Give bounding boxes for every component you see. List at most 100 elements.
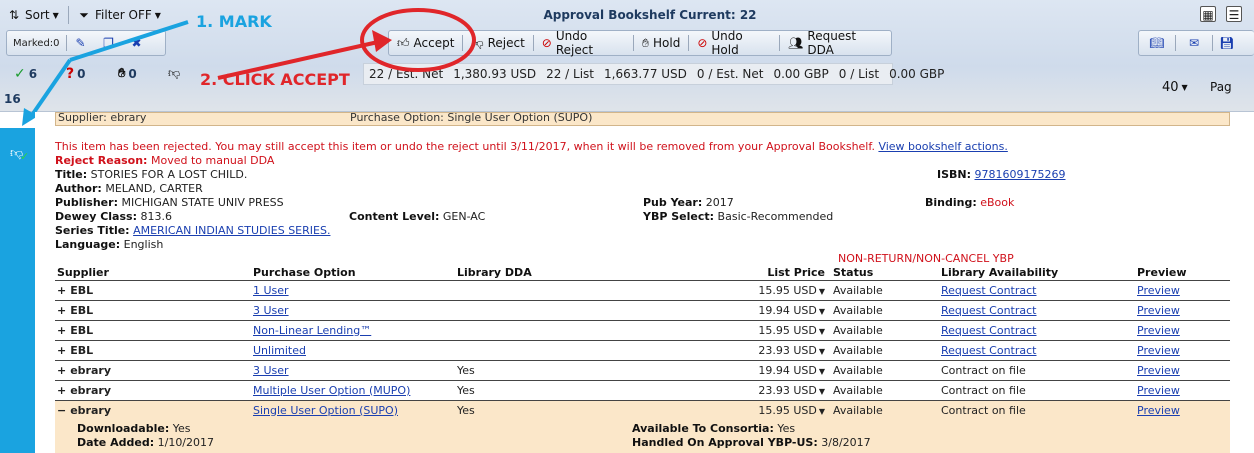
downloadable-field: Downloadable: Yes [77, 422, 191, 435]
price-dropdown-icon[interactable]: ▼ [819, 387, 825, 396]
series-link[interactable]: AMERICAN INDIAN STUDIES SERIES. [133, 224, 330, 237]
col-status: Status [831, 266, 939, 281]
preview-link[interactable]: Preview [1137, 304, 1180, 317]
date-added-label: Date Added: [77, 436, 155, 449]
cell-list-price: 15.95 USD ▼ [703, 320, 831, 341]
content-level-label: Content Level: [349, 210, 440, 223]
cell-preview: Preview [1135, 280, 1230, 301]
request-contract-link[interactable]: Request Contract [941, 284, 1037, 297]
purchase-option-link[interactable]: Non-Linear Lending™ [253, 324, 371, 337]
previous-item-row: Supplier: ebrary Purchase Option: Single… [55, 112, 1230, 126]
preview-link[interactable]: Preview [1137, 324, 1180, 337]
cell-purchase-option: 3 User [251, 300, 455, 321]
expand-toggle[interactable]: + [57, 344, 66, 357]
preview-link[interactable]: Preview [1137, 404, 1180, 417]
purchase-option-link[interactable]: 3 User [253, 364, 289, 377]
supplier-table-body: + EBL 1 User 15.95 USD ▼ Available Request Con… [55, 280, 1230, 421]
cell-preview: Preview [1135, 320, 1230, 341]
cell-library-dda [455, 340, 703, 361]
cell-library-availability: Request Contract [939, 340, 1135, 361]
supplier-name: EBL [70, 323, 94, 337]
date-added-value: 1/10/2017 [157, 436, 215, 449]
publisher-value: MICHIGAN STATE UNIV PRESS [121, 196, 284, 209]
status-value: Available [833, 283, 883, 297]
request-contract-link[interactable]: Request Contract [941, 304, 1037, 317]
cell-purchase-option: 3 User [251, 360, 455, 381]
expand-toggle[interactable]: + [57, 364, 66, 377]
cell-status: Available [831, 400, 939, 421]
request-contract-link[interactable]: Request Contract [941, 324, 1037, 337]
expanded-detail: Downloadable: Yes Date Added: 1/10/2017 … [55, 418, 1230, 453]
isbn-link[interactable]: 9781609175269 [975, 168, 1066, 181]
preview-link[interactable]: Preview [1137, 384, 1180, 397]
item-selection-stripe[interactable]: 👎︎ ✓ [0, 128, 35, 453]
cell-library-dda [455, 280, 703, 301]
purchase-option-link[interactable]: 1 User [253, 284, 289, 297]
col-library-availability: Library Availability [939, 266, 1135, 281]
view-bookshelf-actions-link[interactable]: View bookshelf actions. [878, 140, 1007, 153]
dewey-field: Dewey Class: 813.6 [55, 210, 172, 223]
preview-link[interactable]: Preview [1137, 284, 1180, 297]
price-dropdown-icon[interactable]: ▼ [819, 367, 825, 376]
expand-toggle[interactable]: + [57, 304, 66, 317]
purchase-option-link[interactable]: Unlimited [253, 344, 306, 357]
status-value: Available [833, 403, 883, 417]
cell-supplier: + EBL [55, 280, 251, 301]
annotation-mark: 1. MARK [196, 12, 272, 31]
prev-option: Purchase Option: Single User Option (SUP… [350, 112, 593, 124]
col-preview: Preview [1135, 266, 1230, 281]
expand-toggle[interactable]: + [57, 284, 66, 297]
price-dropdown-icon[interactable]: ▼ [819, 287, 825, 296]
annotation-click-accept: 2. CLICK ACCEPT [200, 70, 350, 89]
table-row: − ebrary Single User Option (SUPO) Yes 15.95… [55, 400, 1230, 421]
dewey-value: 813.6 [140, 210, 172, 223]
cell-supplier: − ebrary [55, 400, 251, 421]
status-value: Available [833, 323, 883, 337]
prev-supplier: Supplier: ebrary [58, 112, 147, 124]
list-price-value: 23.93 USD [758, 343, 817, 357]
supplier-name: EBL [70, 283, 94, 297]
list-price-value: 15.95 USD [758, 283, 817, 297]
preview-link[interactable]: Preview [1137, 364, 1180, 377]
preview-link[interactable]: Preview [1137, 344, 1180, 357]
consortia-field: Available To Consortia: Yes [632, 422, 795, 435]
cell-status: Available [831, 300, 939, 321]
library-dda-value: Yes [457, 403, 475, 417]
table-row: + EBL Non-Linear Lending™ 15.95 USD ▼ Availab… [55, 320, 1230, 341]
reject-reason-label: Reject Reason: [55, 154, 148, 167]
cell-preview: Preview [1135, 340, 1230, 361]
purchase-option-link[interactable]: Multiple User Option (MUPO) [253, 384, 410, 397]
expand-toggle[interactable]: − [57, 404, 66, 417]
cell-status: Available [831, 320, 939, 341]
table-row: + EBL 1 User 15.95 USD ▼ Available Request Con… [55, 280, 1230, 301]
availability-value: Contract on file [941, 363, 1026, 377]
date-added-field: Date Added: 1/10/2017 [77, 436, 214, 449]
request-contract-link[interactable]: Request Contract [941, 344, 1037, 357]
availability-value: Contract on file [941, 403, 1026, 417]
cell-library-availability: Contract on file [939, 360, 1135, 381]
price-dropdown-icon[interactable]: ▼ [819, 307, 825, 316]
col-library-dda: Library DDA [455, 266, 703, 281]
downloadable-label: Downloadable: [77, 422, 170, 435]
content-level-value: GEN-AC [442, 210, 486, 223]
list-price-value: 19.94 USD [758, 303, 817, 317]
list-price-value: 15.95 USD [758, 403, 817, 417]
expand-toggle[interactable]: + [57, 384, 66, 397]
cell-library-dda [455, 320, 703, 341]
pub-year-value: 2017 [705, 196, 734, 209]
price-dropdown-icon[interactable]: ▼ [819, 327, 825, 336]
purchase-option-link[interactable]: 3 User [253, 304, 289, 317]
cell-status: Available [831, 380, 939, 401]
purchase-option-link[interactable]: Single User Option (SUPO) [253, 404, 398, 417]
checkmark-icon: ✓ [20, 150, 30, 163]
cell-library-dda [455, 300, 703, 321]
price-dropdown-icon[interactable]: ▼ [819, 407, 825, 416]
mark-arrow-line [69, 20, 189, 62]
col-purchase-option: Purchase Option [251, 266, 455, 281]
cell-purchase-option: Non-Linear Lending™ [251, 320, 455, 341]
list-price-value: 23.93 USD [758, 383, 817, 397]
cell-library-availability: Contract on file [939, 400, 1135, 421]
price-dropdown-icon[interactable]: ▼ [819, 347, 825, 356]
cell-list-price: 23.93 USD ▼ [703, 340, 831, 361]
expand-toggle[interactable]: + [57, 324, 66, 337]
